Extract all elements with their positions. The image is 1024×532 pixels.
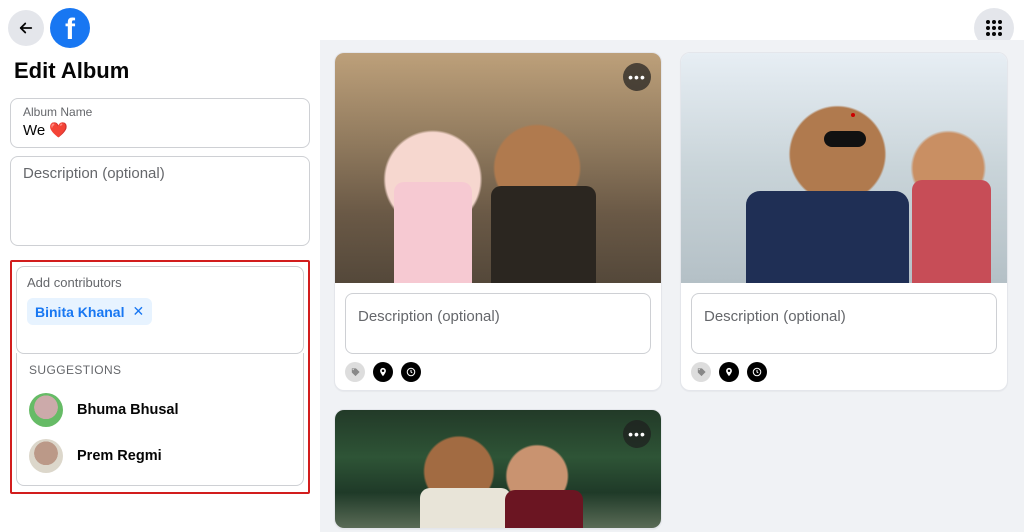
facebook-logo[interactable]: f — [50, 8, 90, 48]
page-title: Edit Album — [14, 58, 310, 84]
photo-description-field[interactable]: Description (optional) — [691, 293, 997, 354]
photo-more-button[interactable]: ••• — [623, 420, 651, 448]
suggestion-name: Prem Regmi — [77, 448, 162, 464]
contributor-chip-name: Binita Khanal — [35, 304, 124, 320]
album-name-value: We ❤️ — [23, 121, 297, 139]
photos-grid: ••• Description (optional) Description (… — [334, 52, 1010, 529]
tag-icon[interactable] — [691, 362, 711, 382]
arrow-left-icon — [17, 19, 35, 37]
photo-card: Description (optional) — [680, 52, 1008, 391]
album-name-field[interactable]: Album Name We ❤️ — [10, 98, 310, 148]
photo-action-row — [681, 362, 1007, 390]
photo-description-placeholder: Description (optional) — [704, 308, 846, 325]
time-icon[interactable] — [747, 362, 767, 382]
photo-description-field[interactable]: Description (optional) — [345, 293, 651, 354]
suggestions-box: SUGGESTIONS Bhuma Bhusal Prem Regmi — [16, 353, 304, 486]
photo-description-placeholder: Description (optional) — [358, 308, 500, 325]
facebook-f-icon: f — [65, 13, 75, 47]
add-contributors-label: Add contributors — [27, 275, 293, 290]
avatar — [29, 393, 63, 427]
photo-thumbnail[interactable]: ••• — [335, 53, 661, 283]
remove-contributor-button[interactable]: ✕ — [132, 303, 144, 320]
add-contributors-field[interactable]: Add contributors Binita Khanal ✕ — [16, 266, 304, 354]
suggestion-name: Bhuma Bhusal — [77, 402, 179, 418]
album-description-placeholder: Description (optional) — [23, 165, 165, 182]
photo-thumbnail[interactable]: ••• — [335, 410, 661, 528]
tag-icon[interactable] — [345, 362, 365, 382]
location-icon[interactable] — [719, 362, 739, 382]
photos-area: ••• Description (optional) Description (… — [320, 40, 1024, 532]
photo-more-button[interactable]: ••• — [623, 63, 651, 91]
album-description-field[interactable]: Description (optional) — [10, 156, 310, 246]
album-name-label: Album Name — [23, 105, 297, 119]
back-button[interactable] — [8, 10, 44, 46]
apps-grid-icon — [986, 20, 1002, 36]
suggestion-item[interactable]: Bhuma Bhusal — [29, 387, 291, 433]
contributors-highlight: Add contributors Binita Khanal ✕ SUGGEST… — [10, 260, 310, 494]
photo-card: ••• — [334, 409, 662, 529]
location-icon[interactable] — [373, 362, 393, 382]
suggestion-item[interactable]: Prem Regmi — [29, 433, 291, 479]
photo-card: ••• Description (optional) — [334, 52, 662, 391]
suggestions-header: SUGGESTIONS — [29, 363, 291, 377]
time-icon[interactable] — [401, 362, 421, 382]
edit-album-sidebar: Edit Album Album Name We ❤️ Description … — [0, 56, 320, 532]
avatar — [29, 439, 63, 473]
photo-action-row — [335, 362, 661, 390]
photo-thumbnail[interactable] — [681, 53, 1007, 283]
contributor-chip: Binita Khanal ✕ — [27, 298, 152, 325]
